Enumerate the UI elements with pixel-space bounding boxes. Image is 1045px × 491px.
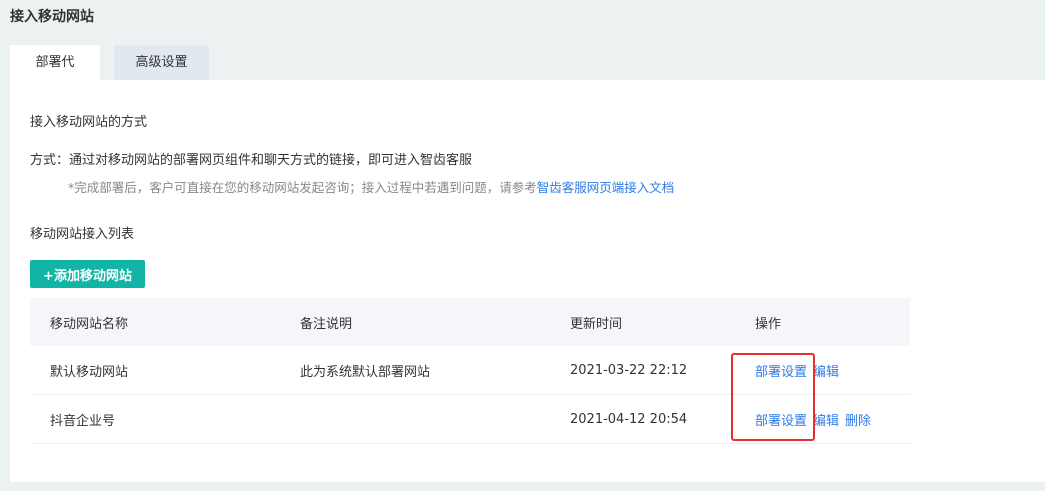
table-row: 默认移动网站 此为系统默认部署网站 2021-03-22 22:12 部署设置编… xyxy=(30,346,910,395)
column-header-actions: 操作 xyxy=(755,316,782,332)
site-remark: 此为系统默认部署网站 xyxy=(300,364,431,380)
page-title: 接入移动网站 xyxy=(10,9,94,25)
site-name: 默认移动网站 xyxy=(50,364,129,380)
site-name: 抖音企业号 xyxy=(50,413,116,429)
row-actions: 部署设置 编辑 删除 xyxy=(735,410,910,429)
edit-link[interactable]: 编辑 xyxy=(813,414,839,429)
site-updated: 2021-04-12 20:54 xyxy=(570,411,688,427)
deploy-settings-link[interactable]: 部署设置 xyxy=(755,414,807,429)
table-row: 抖音企业号 2021-04-12 20:54 部署设置 编辑 删除 xyxy=(30,395,910,444)
column-header-remark: 备注说明 xyxy=(300,316,353,332)
access-method-description: 方式：通过对移动网站的部署网页组件和聊天方式的链接，即可进入智齿客服 xyxy=(30,153,473,168)
site-updated: 2021-03-22 22:12 xyxy=(570,362,688,378)
content-panel: 接入移动网站的方式 方式：通过对移动网站的部署网页组件和聊天方式的链接，即可进入… xyxy=(10,80,1045,482)
tab-advanced-settings[interactable]: 高级设置 xyxy=(114,45,209,81)
deploy-note-text: *完成部署后，客户可直接在您的移动网站发起咨询；接入过程中若遇到问题，请参考 xyxy=(68,180,537,195)
column-header-name: 移动网站名称 xyxy=(50,316,129,332)
edit-link[interactable]: 编辑 xyxy=(813,365,839,380)
site-list-title: 移动网站接入列表 xyxy=(30,227,135,242)
site-table: 移动网站名称 备注说明 更新时间 操作 默认移动网站 此为系统默认部署网站 20… xyxy=(30,298,910,444)
delete-link[interactable]: 删除 xyxy=(845,414,871,429)
tab-bar: 部署代码 高级设置 xyxy=(10,45,209,106)
row-actions: 部署设置 编辑 xyxy=(735,361,910,380)
deploy-settings-link[interactable]: 部署设置 xyxy=(755,365,807,380)
table-header: 移动网站名称 备注说明 更新时间 操作 xyxy=(30,298,910,346)
docs-link[interactable]: 智齿客服网页端接入文档 xyxy=(537,180,675,195)
deploy-note: *完成部署后，客户可直接在您的移动网站发起咨询；接入过程中若遇到问题，请参考智齿… xyxy=(68,177,674,196)
column-header-updated: 更新时间 xyxy=(570,316,623,332)
tab-deploy-code[interactable]: 部署代码 xyxy=(10,45,100,106)
access-method-title: 接入移动网站的方式 xyxy=(30,115,148,130)
add-mobile-site-button[interactable]: +添加移动网站 xyxy=(30,260,145,288)
